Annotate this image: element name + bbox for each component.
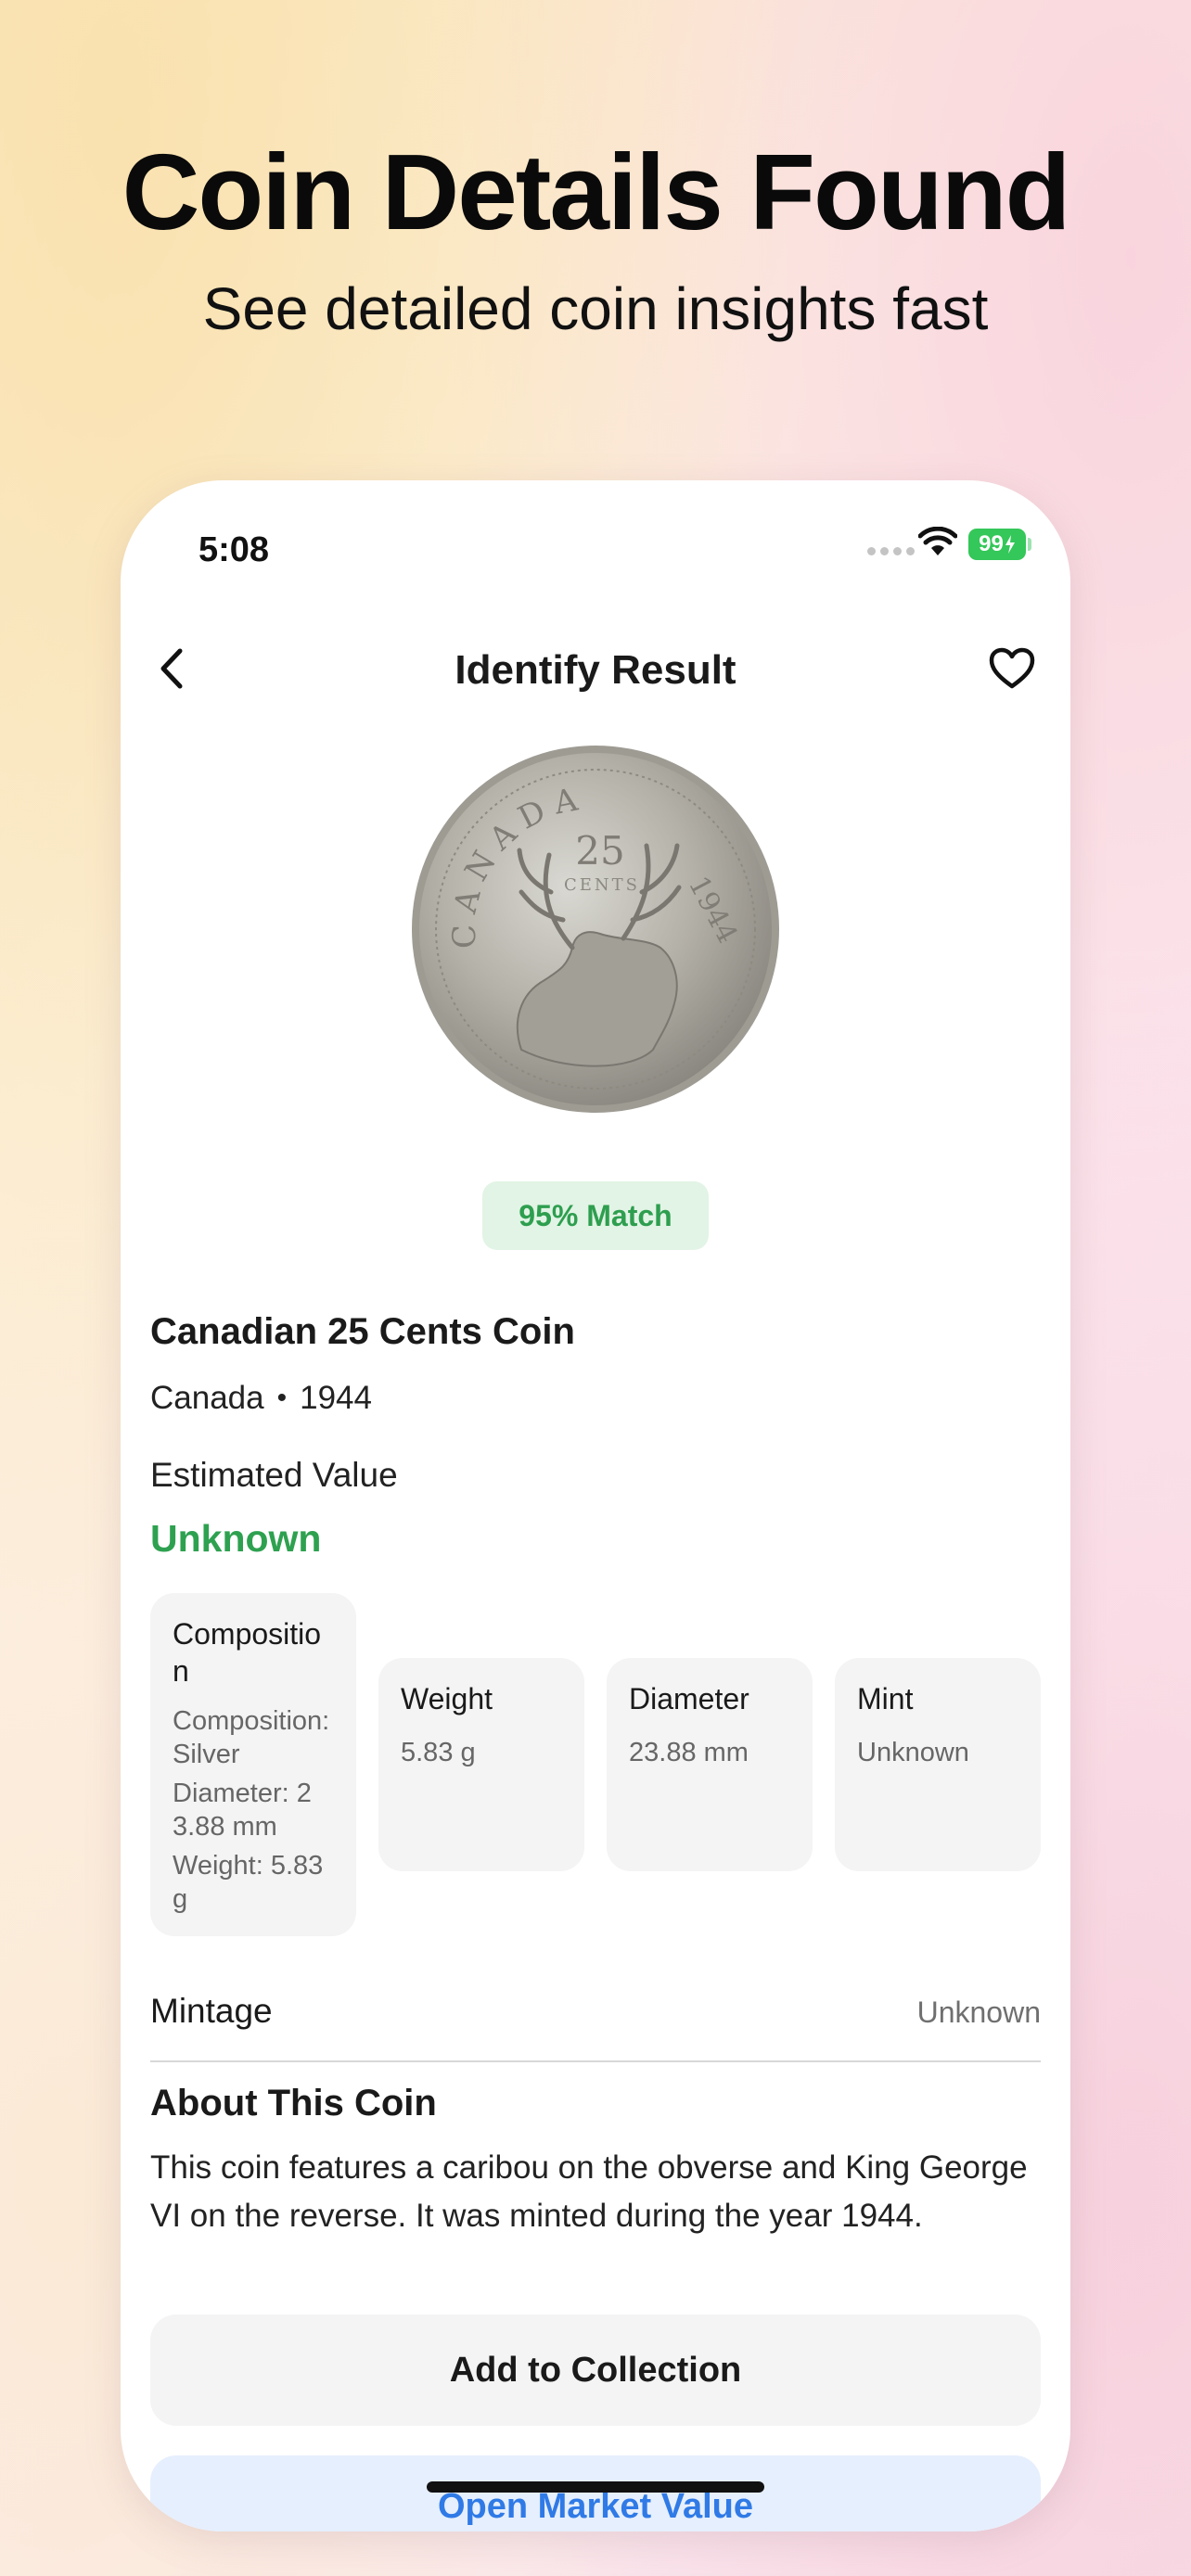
- page-title: Identify Result: [455, 647, 736, 693]
- spec-card-composition: Composition Composition: Silver Diameter…: [150, 1593, 356, 1936]
- about-title: About This Coin: [150, 2083, 437, 2123]
- estimated-value-label: Estimated Value: [150, 1456, 398, 1494]
- cellular-signal-icon: [867, 547, 915, 555]
- mintage-label: Mintage: [150, 1992, 273, 2030]
- promo-headline: Coin Details Found: [122, 132, 1071, 252]
- status-bar: 5:08 99: [121, 517, 1070, 592]
- meta-separator: •: [276, 1383, 288, 1413]
- add-to-collection-button[interactable]: Add to Collection: [150, 2315, 1041, 2426]
- nav-bar: Identify Result: [121, 629, 1070, 712]
- battery-level: 99: [979, 531, 1004, 556]
- spec-card-mint: Mint Unknown: [835, 1658, 1041, 1871]
- spec-card-weight: Weight 5.83 g: [378, 1658, 584, 1871]
- heart-icon: [989, 647, 1035, 695]
- match-badge: 95% Match: [482, 1181, 709, 1250]
- coin-year: 1944: [300, 1380, 372, 1416]
- coin-country: Canada: [150, 1380, 264, 1416]
- spec-value: Unknown: [857, 1738, 969, 1767]
- mintage-value: Unknown: [916, 1996, 1041, 2029]
- spec-detail: Weight: 5.83 g: [173, 1851, 324, 1914]
- coin-value-engraving: 25: [575, 828, 624, 874]
- promo-subheadline: See detailed coin insights fast: [202, 275, 989, 342]
- coin-name: Canadian 25 Cents Coin: [150, 1311, 575, 1352]
- battery-tip: [1028, 538, 1031, 551]
- spec-value: 5.83 g: [401, 1738, 476, 1767]
- spec-detail: Diameter: 23.88 mm: [173, 1779, 312, 1842]
- battery-icon: 99: [968, 529, 1026, 560]
- open-market-value-button[interactable]: Open Market Value: [150, 2455, 1041, 2531]
- about-text: This coin features a caribou on the obve…: [150, 2149, 1028, 2234]
- spec-value: 23.88 mm: [629, 1738, 749, 1767]
- phone-screen: 5:08 99 Identify Result CANADA 1944 25 C…: [121, 480, 1070, 2531]
- wifi-icon: [917, 526, 958, 563]
- spec-detail: Composition: Silver: [173, 1706, 330, 1769]
- spec-label: Weight: [401, 1682, 493, 1715]
- status-time: 5:08: [198, 530, 270, 569]
- coin-unit-engraving: CENTS: [564, 875, 640, 895]
- specs-cards: Composition Composition: Silver Diameter…: [150, 1593, 1041, 1936]
- coin-meta: Canada • 1944: [150, 1380, 372, 1417]
- spec-label: Mint: [857, 1682, 914, 1715]
- spec-card-diameter: Diameter 23.88 mm: [607, 1658, 813, 1871]
- mintage-row: Mintage Unknown: [150, 1992, 1041, 2062]
- coin-image: CANADA 1944 25 CENTS: [410, 744, 781, 1115]
- spec-label: Composition: [173, 1617, 322, 1688]
- estimated-value: Unknown: [150, 1517, 322, 1560]
- spec-label: Diameter: [629, 1682, 749, 1715]
- favorite-button[interactable]: [980, 638, 1044, 703]
- home-indicator: [427, 2481, 764, 2493]
